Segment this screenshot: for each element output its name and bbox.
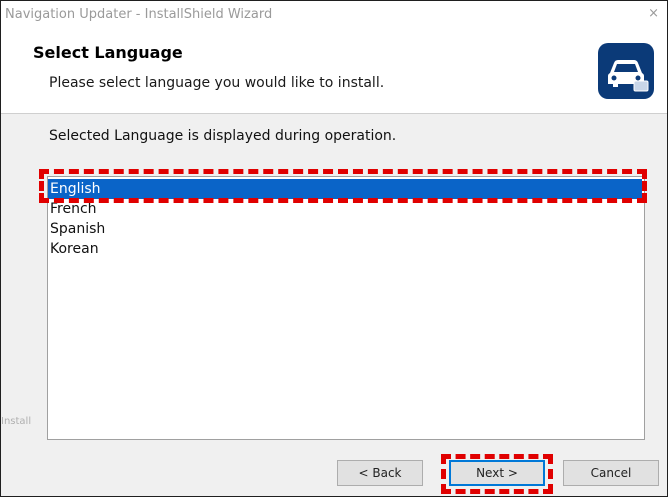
wizard-body: Selected Language is displayed during op…: [1, 114, 667, 496]
installshield-wizard-window: Navigation Updater - InstallShield Wizar…: [0, 0, 668, 497]
car-icon: [598, 43, 654, 99]
page-title: Select Language: [33, 43, 183, 62]
language-listbox[interactable]: English French Spanish Korean: [47, 176, 645, 440]
language-option-spanish[interactable]: Spanish: [48, 219, 642, 239]
back-button[interactable]: < Back: [337, 460, 423, 486]
language-option-french[interactable]: French: [48, 199, 642, 219]
page-subtitle: Please select language you would like to…: [49, 75, 385, 91]
title-bar: Navigation Updater - InstallShield Wizar…: [1, 1, 667, 31]
close-icon[interactable]: ×: [648, 6, 659, 21]
cancel-button[interactable]: Cancel: [563, 460, 659, 486]
wizard-header: Select Language Please select language y…: [1, 31, 667, 114]
installshield-brand-label: Install: [1, 416, 32, 427]
language-option-english[interactable]: English: [48, 179, 642, 199]
language-prompt: Selected Language is displayed during op…: [49, 128, 397, 144]
next-button[interactable]: Next >: [449, 460, 545, 486]
language-option-korean[interactable]: Korean: [48, 239, 642, 259]
window-title: Navigation Updater - InstallShield Wizar…: [5, 7, 273, 22]
